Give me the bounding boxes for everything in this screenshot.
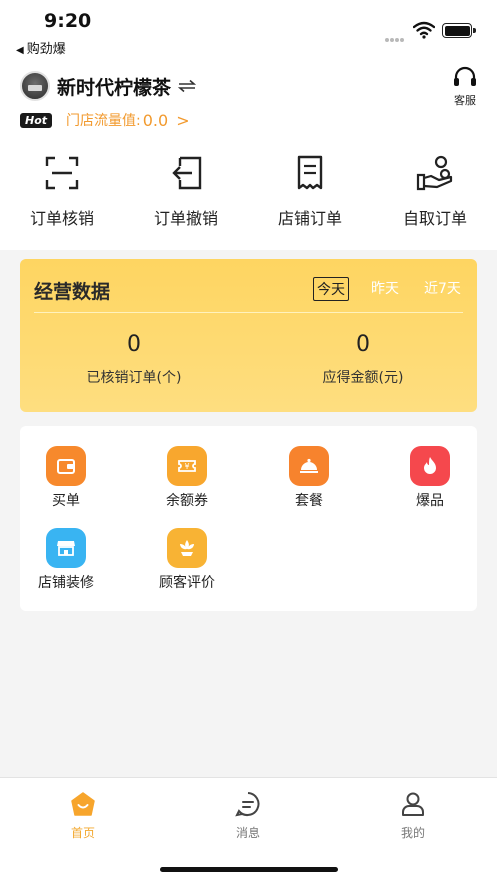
- home-indicator[interactable]: [160, 867, 338, 872]
- back-arrow-icon: ◀: [16, 45, 24, 56]
- period-yesterday-tab[interactable]: 昨天: [368, 277, 402, 299]
- swap-icon[interactable]: [177, 79, 197, 93]
- function-combo[interactable]: 套餐: [263, 446, 355, 510]
- stat-value: 0: [356, 332, 370, 357]
- business-data-card: 经营数据 今天 昨天 近7天 0 已核销订单(个) 0 应得金额(元): [20, 259, 477, 412]
- service-label: 客服: [454, 94, 476, 107]
- function-label: 店铺装修: [38, 575, 94, 591]
- flower-icon: [167, 528, 207, 568]
- scan-icon: [45, 156, 79, 190]
- store-name: 新时代柠檬茶: [57, 76, 172, 99]
- tab-label: 首页: [70, 826, 95, 840]
- coupon-icon: ¥: [167, 446, 207, 486]
- tab-messages[interactable]: 消息: [203, 790, 293, 841]
- message-icon: [235, 792, 260, 817]
- tab-label: 我的: [400, 826, 425, 840]
- function-store-decor[interactable]: 店铺装修: [20, 528, 112, 592]
- stat-value: 0: [127, 332, 141, 357]
- cellular-signal-icon: [385, 27, 405, 46]
- profile-icon: [402, 792, 424, 816]
- store-switcher[interactable]: 新时代柠檬茶: [20, 70, 197, 102]
- function-label: 余额券: [166, 493, 208, 509]
- food-cover-icon: [289, 446, 329, 486]
- function-label: 买单: [52, 493, 80, 509]
- traffic-row[interactable]: Hot 门店流量值: 0.0 >: [20, 110, 190, 130]
- quick-action-label: 订单撤销: [153, 209, 218, 228]
- clock: 9:20: [44, 10, 92, 32]
- quick-action-store-orders[interactable]: 店铺订单: [260, 153, 360, 229]
- quick-actions: 订单核销 订单撤销 店铺订单 自取订单: [0, 153, 497, 233]
- function-label: 套餐: [295, 493, 323, 509]
- function-label: 顾客评价: [159, 575, 215, 591]
- fire-icon: [410, 446, 450, 486]
- stat-verified-orders: 0 已核销订单(个): [34, 332, 234, 387]
- stat-label: 已核销订单(个): [86, 370, 182, 386]
- quick-action-label: 店铺订单: [277, 209, 342, 228]
- battery-icon: [442, 23, 476, 38]
- function-balance-coupon[interactable]: ¥ 余额券: [141, 446, 233, 510]
- quick-action-label: 订单核销: [29, 209, 94, 228]
- return-icon: [172, 156, 202, 190]
- quick-action-label: 自取订单: [402, 209, 467, 228]
- quick-action-revoke[interactable]: 订单撤销: [136, 153, 236, 229]
- function-grid: 买单 ¥ 余额券 套餐 爆品 店铺装修 顾客评价: [20, 426, 477, 611]
- back-app-label: 购劲爆: [26, 42, 66, 57]
- traffic-value: 0.0: [142, 110, 169, 130]
- storefront-icon: [46, 528, 86, 568]
- stat-label: 应得金额(元): [322, 370, 404, 386]
- period-7days-tab[interactable]: 近7天: [421, 277, 464, 299]
- customer-service-button[interactable]: 客服: [447, 66, 483, 108]
- traffic-label: 门店流量值:: [66, 113, 141, 129]
- function-reviews[interactable]: 顾客评价: [141, 528, 233, 592]
- receipt-icon: [297, 155, 323, 190]
- tab-profile[interactable]: 我的: [368, 790, 458, 841]
- divider: [34, 312, 463, 313]
- quick-action-verify[interactable]: 订单核销: [12, 153, 112, 229]
- chevron-right-icon: >: [176, 110, 190, 130]
- hand-pickup-icon: [416, 155, 453, 191]
- tab-label: 消息: [235, 826, 260, 840]
- function-pay[interactable]: 买单: [20, 446, 112, 510]
- status-bar: 9:20 ◀ 购劲爆: [0, 0, 497, 57]
- period-today-tab[interactable]: 今天: [313, 277, 349, 301]
- wifi-icon: [413, 21, 435, 39]
- function-hot-item[interactable]: 爆品: [384, 446, 476, 510]
- svg-text:¥: ¥: [184, 462, 189, 471]
- business-title: 经营数据: [34, 281, 111, 303]
- function-label: 爆品: [416, 493, 444, 509]
- tab-home[interactable]: 首页: [38, 790, 128, 841]
- hot-badge: Hot: [20, 112, 53, 128]
- store-avatar: [20, 71, 50, 101]
- back-to-app-link[interactable]: ◀ 购劲爆: [16, 38, 66, 57]
- home-icon: [71, 792, 95, 816]
- wallet-icon: [46, 446, 86, 486]
- stat-amount-due: 0 应得金额(元): [263, 332, 463, 387]
- headset-icon: [454, 66, 476, 86]
- quick-action-pickup[interactable]: 自取订单: [385, 153, 485, 229]
